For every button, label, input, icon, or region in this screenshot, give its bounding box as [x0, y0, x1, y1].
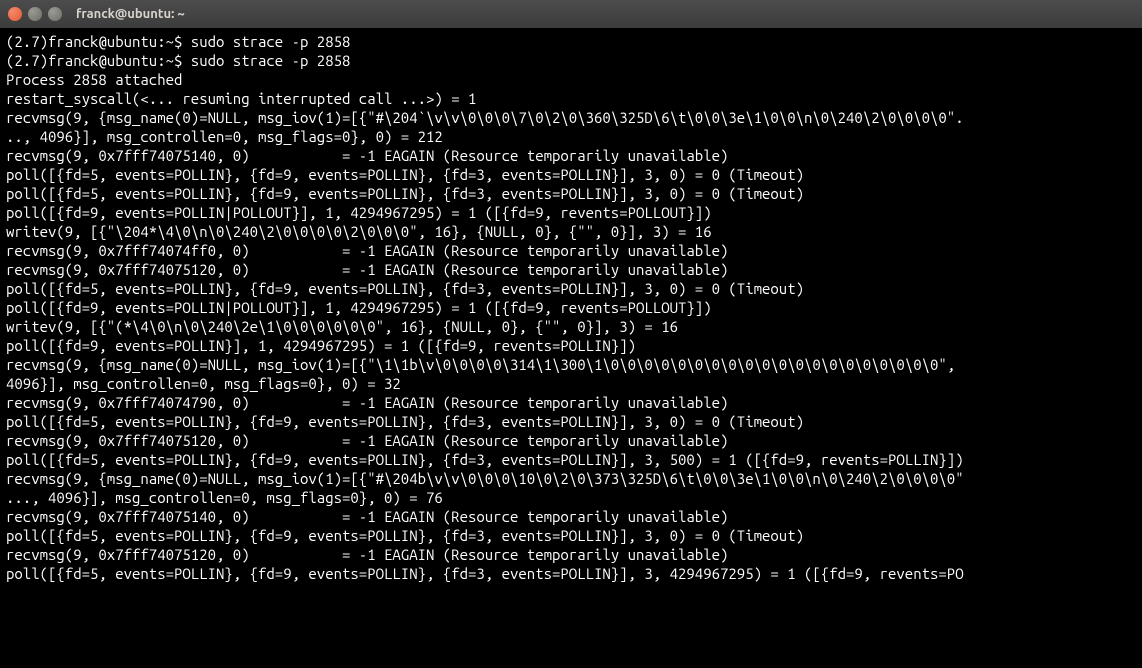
- terminal-line: poll([{fd=5, events=POLLIN}, {fd=9, even…: [6, 450, 1136, 469]
- terminal-line: recvmsg(9, 0x7fff74075140, 0) = -1 EAGAI…: [6, 507, 1136, 526]
- terminal-line: poll([{fd=5, events=POLLIN}, {fd=9, even…: [6, 184, 1136, 203]
- window-title: franck@ubuntu: ~: [76, 5, 185, 24]
- terminal-line: recvmsg(9, {msg_name(0)=NULL, msg_iov(1)…: [6, 108, 1136, 127]
- terminal-line: recvmsg(9, {msg_name(0)=NULL, msg_iov(1)…: [6, 355, 1136, 374]
- terminal-line: poll([{fd=5, events=POLLIN}, {fd=9, even…: [6, 279, 1136, 298]
- terminal-line: writev(9, [{"\204*\4\0\n\0\240\2\0\0\0\0…: [6, 222, 1136, 241]
- terminal-line: recvmsg(9, 0x7fff74074ff0, 0) = -1 EAGAI…: [6, 241, 1136, 260]
- terminal-line: 4096}], msg_controllen=0, msg_flags=0}, …: [6, 374, 1136, 393]
- terminal-line: poll([{fd=5, events=POLLIN}, {fd=9, even…: [6, 165, 1136, 184]
- terminal-line: (2.7)franck@ubuntu:~$ sudo strace -p 285…: [6, 32, 1136, 51]
- minimize-button[interactable]: [28, 7, 42, 21]
- terminal-line: poll([{fd=9, events=POLLIN|POLLOUT}], 1,…: [6, 298, 1136, 317]
- terminal-line: (2.7)franck@ubuntu:~$ sudo strace -p 285…: [6, 51, 1136, 70]
- close-button[interactable]: [8, 7, 22, 21]
- terminal-line: recvmsg(9, 0x7fff74075140, 0) = -1 EAGAI…: [6, 146, 1136, 165]
- terminal-line: poll([{fd=5, events=POLLIN}, {fd=9, even…: [6, 412, 1136, 431]
- terminal-line: .., 4096}], msg_controllen=0, msg_flags=…: [6, 127, 1136, 146]
- terminal-line: poll([{fd=9, events=POLLIN}], 1, 4294967…: [6, 336, 1136, 355]
- terminal-output[interactable]: (2.7)franck@ubuntu:~$ sudo strace -p 285…: [0, 28, 1142, 583]
- terminal-line: writev(9, [{"(*\4\0\n\0\240\2e\1\0\0\0\0…: [6, 317, 1136, 336]
- terminal-line: Process 2858 attached: [6, 70, 1136, 89]
- window-buttons: [8, 7, 62, 21]
- terminal-line: poll([{fd=5, events=POLLIN}, {fd=9, even…: [6, 564, 1136, 583]
- terminal-line: restart_syscall(<... resuming interrupte…: [6, 89, 1136, 108]
- terminal-line: poll([{fd=9, events=POLLIN|POLLOUT}], 1,…: [6, 203, 1136, 222]
- terminal-line: recvmsg(9, 0x7fff74075120, 0) = -1 EAGAI…: [6, 260, 1136, 279]
- terminal-line: recvmsg(9, 0x7fff74075120, 0) = -1 EAGAI…: [6, 545, 1136, 564]
- terminal-line: recvmsg(9, 0x7fff74074790, 0) = -1 EAGAI…: [6, 393, 1136, 412]
- terminal-line: recvmsg(9, {msg_name(0)=NULL, msg_iov(1)…: [6, 469, 1136, 488]
- window-titlebar: franck@ubuntu: ~: [0, 0, 1142, 28]
- terminal-line: poll([{fd=5, events=POLLIN}, {fd=9, even…: [6, 526, 1136, 545]
- terminal-line: recvmsg(9, 0x7fff74075120, 0) = -1 EAGAI…: [6, 431, 1136, 450]
- maximize-button[interactable]: [48, 7, 62, 21]
- terminal-line: ..., 4096}], msg_controllen=0, msg_flags…: [6, 488, 1136, 507]
